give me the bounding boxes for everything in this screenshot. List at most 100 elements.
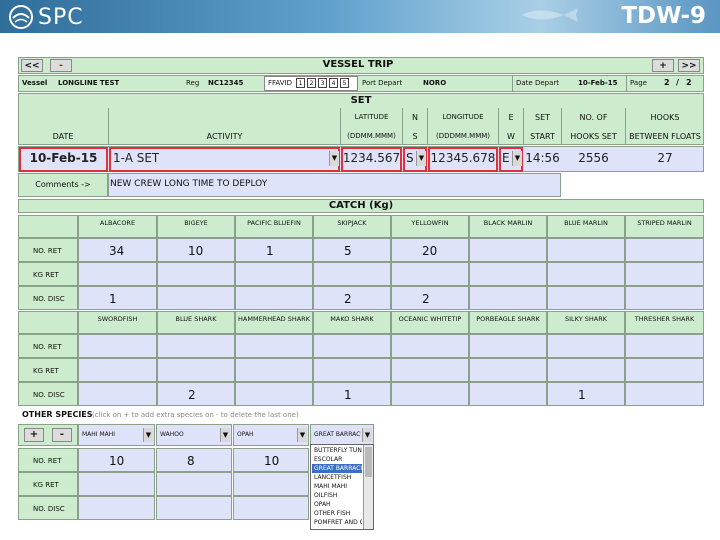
catch-input[interactable] [625, 238, 704, 262]
ffavid-box[interactable]: 4 [329, 78, 338, 88]
dropdown-arrow-icon[interactable]: ▼ [143, 428, 153, 442]
catch-input-text[interactable]: 2 [158, 383, 234, 402]
catch-input[interactable]: 1 [78, 286, 157, 310]
comments-input[interactable]: NEW CREW LONG TIME TO DEPLOY [110, 179, 267, 189]
catch-input[interactable]: 10 [157, 238, 235, 262]
catch-input-text[interactable]: 1 [236, 239, 312, 258]
listbox-option[interactable]: OTHER FISH [312, 509, 362, 518]
other-species-input[interactable] [156, 472, 232, 496]
catch-input-text[interactable] [626, 383, 703, 388]
catch-input[interactable]: 1 [235, 238, 313, 262]
set-start-input[interactable]: 14:56 [524, 151, 561, 165]
catch-input[interactable] [469, 334, 547, 358]
listbox-option[interactable]: OILFISH [312, 491, 362, 500]
catch-input[interactable]: 34 [78, 238, 157, 262]
ffavid-box[interactable]: 5 [340, 78, 349, 88]
catch-input[interactable] [157, 358, 235, 382]
catch-input[interactable] [235, 286, 313, 310]
catch-input-text[interactable] [79, 383, 156, 388]
catch-input-text[interactable] [236, 335, 312, 340]
catch-input-text[interactable]: 2 [392, 287, 468, 306]
catch-input[interactable] [391, 382, 469, 406]
catch-input[interactable] [313, 262, 391, 286]
other-species-select-text[interactable]: OPAH [234, 425, 296, 438]
catch-input-text[interactable] [392, 383, 468, 388]
prev-trip-button[interactable]: << [21, 59, 43, 72]
other-species-value[interactable]: 10 [79, 449, 154, 468]
catch-input-text[interactable] [236, 359, 312, 364]
other-species-select[interactable]: WAHOO ▼ [156, 424, 232, 446]
catch-input-text[interactable] [314, 359, 390, 364]
catch-input[interactable] [391, 334, 469, 358]
other-species-input[interactable] [78, 496, 155, 520]
other-species-select-text[interactable]: MAHI MAHI [79, 425, 142, 438]
catch-input-text[interactable] [236, 383, 312, 388]
catch-input-text[interactable] [236, 287, 312, 292]
catch-input-text[interactable] [79, 335, 156, 340]
catch-input[interactable] [625, 382, 704, 406]
catch-input[interactable] [313, 334, 391, 358]
catch-input[interactable] [78, 262, 157, 286]
catch-input-text[interactable] [392, 335, 468, 340]
listbox-scrollbar[interactable] [363, 445, 373, 529]
catch-input-text[interactable]: 1 [79, 287, 156, 306]
catch-input-text[interactable] [626, 335, 703, 340]
catch-input-text[interactable] [470, 239, 546, 244]
catch-input[interactable]: 2 [157, 382, 235, 406]
listbox-option[interactable]: LANCETFISH [312, 473, 362, 482]
other-species-input[interactable]: 10 [78, 448, 155, 472]
catch-input[interactable]: 20 [391, 238, 469, 262]
dropdown-arrow-icon[interactable]: ▼ [362, 428, 372, 442]
other-species-input[interactable] [233, 496, 309, 520]
catch-input[interactable] [547, 286, 625, 310]
other-species-select-text[interactable]: GREAT BARRACUDA [311, 425, 361, 438]
catch-input-text[interactable] [470, 287, 546, 292]
vessel-value[interactable]: LONGLINE TEST [58, 79, 119, 87]
catch-input-text[interactable] [548, 335, 624, 340]
ffavid-box[interactable]: 1 [296, 78, 305, 88]
catch-input-text[interactable] [314, 335, 390, 340]
catch-input[interactable] [78, 334, 157, 358]
hooks-set-input[interactable]: 2556 [562, 151, 625, 165]
catch-input[interactable] [391, 358, 469, 382]
catch-input-text[interactable] [158, 359, 234, 364]
latitude-input[interactable]: 1234.567 [341, 151, 402, 165]
catch-input-text[interactable]: 1 [314, 383, 390, 402]
catch-input[interactable] [547, 238, 625, 262]
ew-dropdown-arrow-icon[interactable]: ▼ [512, 151, 522, 166]
other-species-listbox[interactable]: BUTTERFLY TUNAESCOLARGREAT BARRACUDALANC… [310, 444, 374, 530]
catch-input-text[interactable] [548, 359, 624, 364]
other-species-select-text[interactable]: WAHOO [157, 425, 219, 438]
other-species-input[interactable]: 10 [233, 448, 309, 472]
other-species-select[interactable]: MAHI MAHI ▼ [78, 424, 155, 446]
catch-input-text[interactable] [314, 263, 390, 268]
catch-input[interactable] [78, 382, 157, 406]
catch-input-text[interactable] [392, 359, 468, 364]
dropdown-arrow-icon[interactable]: ▼ [297, 428, 307, 442]
catch-input-text[interactable] [158, 263, 234, 268]
add-trip-button[interactable]: + [652, 59, 674, 72]
catch-input[interactable] [625, 358, 704, 382]
catch-input[interactable] [547, 334, 625, 358]
catch-input-text[interactable] [626, 287, 703, 292]
catch-input-text[interactable]: 5 [314, 239, 390, 258]
scrollbar-thumb[interactable] [365, 447, 372, 477]
catch-input[interactable]: 1 [313, 382, 391, 406]
catch-input[interactable] [157, 262, 235, 286]
listbox-option[interactable]: OPAH [312, 500, 362, 509]
catch-input[interactable] [391, 262, 469, 286]
listbox-option[interactable]: BUTTERFLY TUNA [312, 446, 362, 455]
catch-input-text[interactable] [548, 263, 624, 268]
catch-input[interactable] [625, 286, 704, 310]
catch-input[interactable] [157, 334, 235, 358]
reg-value[interactable]: NC12345 [208, 79, 243, 87]
date-depart-value[interactable]: 10-Feb-15 [578, 79, 618, 87]
catch-input-text[interactable] [470, 359, 546, 364]
catch-input-text[interactable]: 34 [79, 239, 156, 258]
other-species-value[interactable]: 8 [157, 449, 231, 468]
catch-input-text[interactable]: 20 [392, 239, 468, 258]
port-depart-value[interactable]: NORO [423, 79, 446, 87]
catch-input-text[interactable] [470, 263, 546, 268]
catch-input[interactable]: 5 [313, 238, 391, 262]
listbox-option[interactable]: POMFRET AND OTHER [312, 518, 362, 527]
